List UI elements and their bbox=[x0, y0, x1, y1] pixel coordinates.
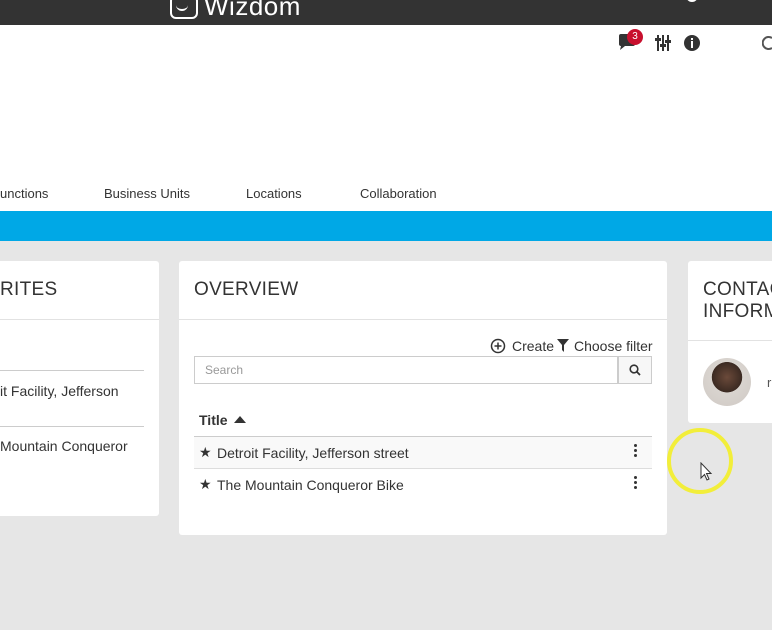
favorites-list-divider bbox=[0, 370, 144, 371]
choose-filter-button[interactable]: Choose filter bbox=[557, 338, 653, 354]
nav-item-collaboration[interactable]: Collaboration bbox=[360, 186, 437, 201]
row-title[interactable]: The Mountain Conqueror Bike bbox=[217, 477, 404, 493]
info-icon[interactable] bbox=[683, 33, 701, 53]
gear-icon[interactable] bbox=[684, 0, 700, 6]
overview-divider bbox=[179, 319, 667, 320]
favorites-title: RITES bbox=[0, 279, 58, 300]
wizdom-logo-icon bbox=[170, 0, 198, 19]
nav-item-business-units[interactable]: Business Units bbox=[104, 186, 190, 201]
create-label: Create bbox=[512, 338, 555, 354]
filter-icon bbox=[557, 339, 569, 352]
nav-item-locations[interactable]: Locations bbox=[246, 186, 302, 201]
top-bar: Wizdom bbox=[0, 0, 772, 25]
plus-circle-icon bbox=[490, 338, 506, 354]
row-title[interactable]: Detroit Facility, Jefferson street bbox=[217, 445, 409, 461]
help-icon[interactable] bbox=[734, 0, 750, 6]
mouse-pointer-icon bbox=[700, 462, 713, 481]
refresh-icon[interactable] bbox=[762, 33, 772, 53]
star-icon[interactable]: ★ bbox=[199, 444, 212, 461]
table-row[interactable]: ★ Detroit Facility, Jefferson street bbox=[194, 436, 652, 468]
settings-sliders-icon[interactable] bbox=[654, 33, 672, 53]
accent-bar bbox=[0, 211, 772, 241]
search-input[interactable]: Search bbox=[194, 356, 618, 384]
create-button[interactable]: Create bbox=[490, 338, 554, 354]
notification-badge: 3 bbox=[627, 29, 643, 45]
favorite-item[interactable]: Mountain Conqueror bbox=[0, 438, 128, 454]
brand-name: Wizdom bbox=[204, 0, 301, 21]
utility-bar: 3 bbox=[0, 25, 772, 61]
avatar[interactable] bbox=[703, 358, 751, 406]
more-options-icon[interactable] bbox=[630, 475, 640, 491]
favorite-item[interactable]: it Facility, Jefferson bbox=[0, 383, 119, 399]
favorites-list-divider bbox=[0, 426, 144, 427]
main-navigation: unctions Business Units Locations Collab… bbox=[0, 178, 772, 211]
star-icon[interactable]: ★ bbox=[199, 476, 212, 493]
column-header-title[interactable]: Title bbox=[199, 412, 247, 428]
table-row[interactable]: ★ The Mountain Conqueror Bike bbox=[194, 468, 652, 500]
brand-logo[interactable]: Wizdom bbox=[170, 0, 301, 22]
column-header-label: Title bbox=[199, 412, 228, 428]
overview-title: OVERVIEW bbox=[194, 279, 299, 300]
more-options-icon[interactable] bbox=[630, 443, 640, 459]
contact-title-line2: INFORM bbox=[703, 301, 772, 322]
bell-icon[interactable] bbox=[638, 0, 654, 6]
search-icon bbox=[629, 364, 641, 376]
cursor-highlight bbox=[667, 428, 733, 494]
contact-title-line1: CONTAC bbox=[703, 279, 772, 300]
banner-area bbox=[0, 60, 772, 178]
contact-divider bbox=[688, 340, 772, 341]
choose-filter-label: Choose filter bbox=[574, 338, 653, 354]
search-button[interactable] bbox=[618, 356, 652, 384]
sort-ascending-icon bbox=[233, 416, 246, 423]
contact-title: CONTAC INFORM bbox=[703, 279, 772, 323]
contact-name[interactable]: r bbox=[767, 375, 771, 390]
nav-item-functions[interactable]: unctions bbox=[0, 186, 48, 201]
favorites-divider bbox=[0, 319, 159, 320]
